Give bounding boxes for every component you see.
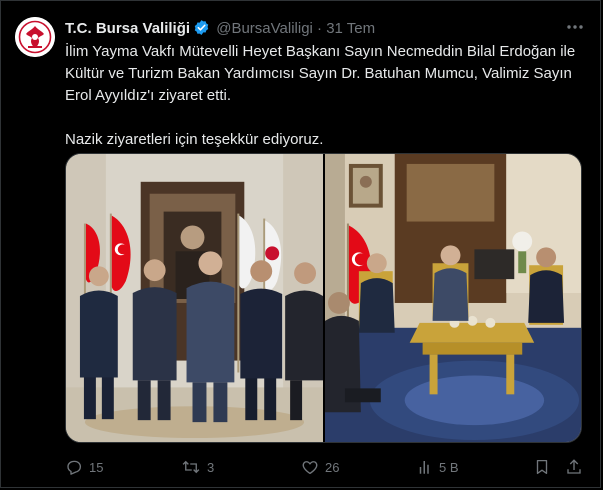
verified-badge-icon [193,19,210,42]
photo-group-standing[interactable] [66,154,323,442]
like-count: 26 [325,459,340,475]
tweet-paragraph-1: İlim Yayma Vakfı Mütevelli Heyet Başkanı… [65,43,576,104]
tweet-card[interactable]: T.C. Bursa Valiliği @BursaValiligi · 31 … [0,0,601,488]
share-icon [565,458,583,476]
repost-count: 3 [207,459,215,475]
photo-office-meeting[interactable] [325,154,581,442]
reply-icon [65,458,83,476]
views-button[interactable]: 5 B [417,457,459,477]
bookmark-button[interactable] [533,457,551,477]
repost-icon [181,458,201,476]
account-avatar[interactable] [15,17,55,57]
tweet-paragraph-2: Nazik ziyaretleri için teşekkür ediyoruz… [65,131,324,148]
more-icon[interactable] [564,17,586,37]
like-icon [301,458,319,476]
bursa-governorship-logo-icon [15,17,55,57]
reply-button[interactable]: 15 [65,457,103,477]
account-handle[interactable]: @BursaValiligi [216,20,313,37]
reply-count: 15 [89,459,104,475]
bookmark-icon [533,458,551,476]
views-count: 5 B [439,459,459,475]
action-bar: 15 3 26 5 B [65,457,590,477]
separator-dot: · [317,20,323,37]
repost-button[interactable]: 3 [181,457,214,477]
account-name[interactable]: T.C. Bursa Valiliği [65,20,190,37]
tweet-text: İlim Yayma Vakfı Mütevelli Heyet Başkanı… [65,41,590,151]
tweet-date[interactable]: 31 Tem [326,20,375,37]
views-icon [417,458,433,476]
tweet-header: T.C. Bursa Valiliği @BursaValiligi · 31 … [65,19,375,42]
like-button[interactable]: 26 [301,457,339,477]
share-button[interactable] [565,457,583,477]
tweet-media[interactable] [65,153,582,443]
